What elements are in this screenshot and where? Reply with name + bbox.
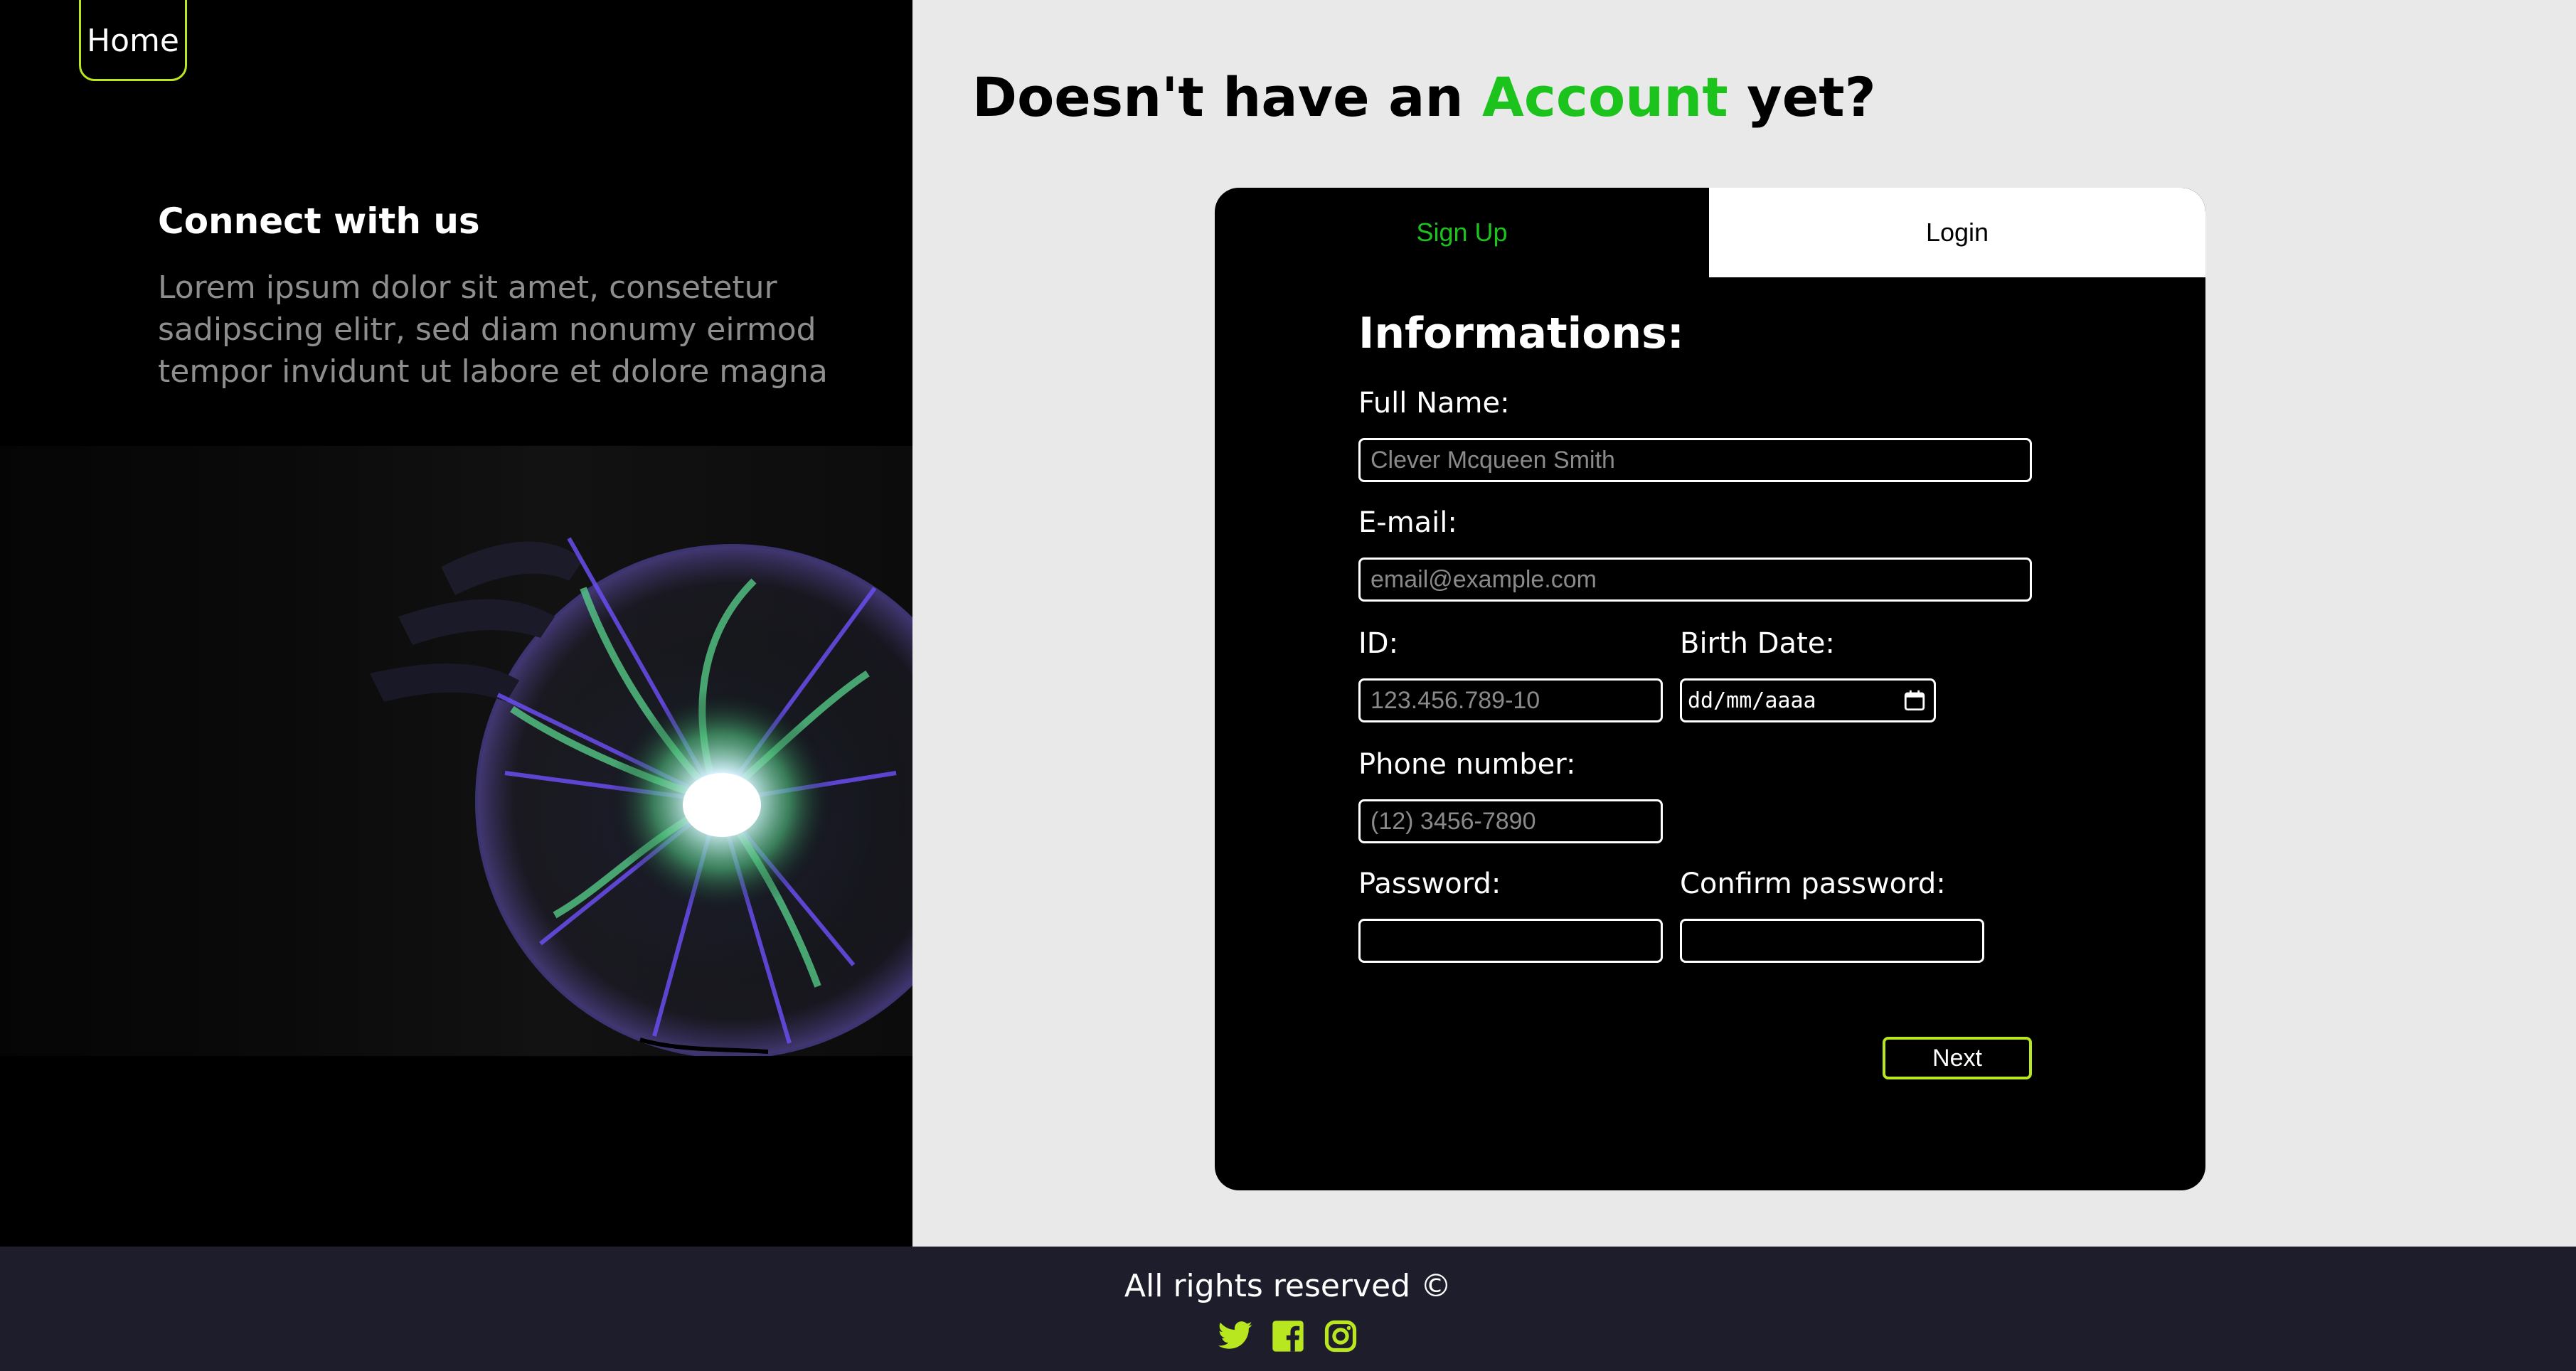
email-label: E-mail: bbox=[1358, 506, 1457, 539]
confirm-password-label: Confirm password: bbox=[1680, 868, 1946, 900]
copyright-text: All rights reserved © bbox=[1124, 1268, 1452, 1304]
birth-date-input[interactable]: dd/mm/aaaa bbox=[1680, 678, 1936, 722]
full-name-label: Full Name: bbox=[1358, 387, 1510, 420]
connect-title: Connect with us bbox=[158, 201, 480, 242]
headline-prefix: Doesn't have an bbox=[972, 65, 1483, 129]
headline-accent: Account bbox=[1482, 65, 1728, 129]
confirm-password-input[interactable] bbox=[1680, 919, 1984, 963]
phone-label: Phone number: bbox=[1358, 748, 1576, 781]
signup-card: Sign Up Login Informations: Full Name: E… bbox=[1215, 188, 2205, 1190]
connect-description: Lorem ipsum dolor sit amet, consetetur s… bbox=[158, 270, 828, 390]
plasma-ball-image bbox=[0, 446, 912, 1056]
id-input[interactable] bbox=[1358, 678, 1663, 722]
birth-date-label: Birth Date: bbox=[1680, 627, 1835, 660]
id-label: ID: bbox=[1358, 627, 1399, 660]
tab-login[interactable]: Login bbox=[1709, 188, 2205, 277]
birth-date-placeholder: dd/mm/aaaa bbox=[1688, 688, 1816, 713]
home-button[interactable]: Home bbox=[79, 0, 187, 81]
social-links bbox=[0, 1318, 2576, 1355]
right-panel: Doesn't have an Account yet? Sign Up Log… bbox=[912, 0, 2576, 1247]
full-name-input[interactable] bbox=[1358, 438, 2032, 482]
email-input[interactable] bbox=[1358, 558, 2032, 602]
phone-input[interactable] bbox=[1358, 799, 1663, 843]
calendar-icon[interactable] bbox=[1902, 688, 1927, 713]
footer: All rights reserved © bbox=[0, 1247, 2576, 1371]
left-panel: Home Connect with us Lorem ipsum dolor s… bbox=[0, 0, 912, 1247]
plasma-ball-illustration bbox=[370, 537, 912, 1056]
twitter-icon[interactable] bbox=[1217, 1318, 1254, 1355]
password-label: Password: bbox=[1358, 868, 1501, 900]
headline-suffix: yet? bbox=[1728, 65, 1876, 129]
next-button[interactable]: Next bbox=[1883, 1037, 2032, 1079]
page-headline: Doesn't have an Account yet? bbox=[972, 65, 1876, 129]
tab-signup[interactable]: Sign Up bbox=[1215, 188, 1709, 277]
password-input[interactable] bbox=[1358, 919, 1663, 963]
facebook-icon[interactable] bbox=[1270, 1318, 1306, 1355]
form-title: Informations: bbox=[1358, 309, 1684, 358]
instagram-icon[interactable] bbox=[1322, 1318, 1359, 1355]
